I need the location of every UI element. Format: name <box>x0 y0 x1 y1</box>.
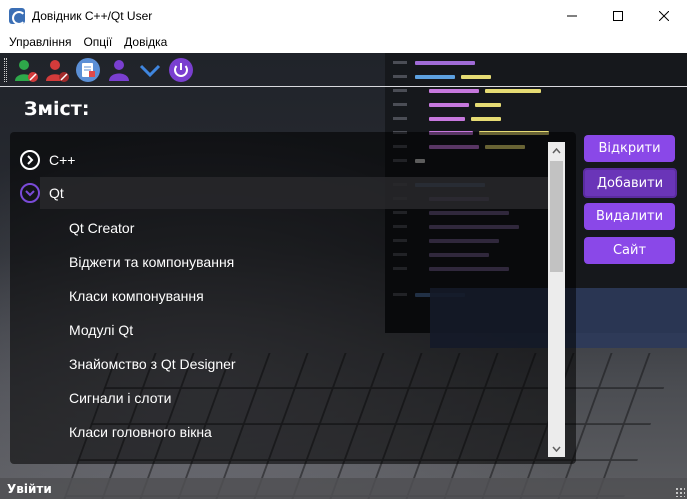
add-button[interactable]: Добавити <box>583 168 677 198</box>
tree-item-label: Віджети та компонування <box>69 254 235 270</box>
toolbar-grip[interactable] <box>4 58 7 82</box>
window-title: Довідник С++/Qt User <box>32 8 153 23</box>
tree-item-label: Модулі Qt <box>69 322 134 338</box>
chevron-down-icon <box>139 64 161 78</box>
menu-bar: Управління Опції Довідка <box>0 31 687 53</box>
tree-item-main-window-classes[interactable]: Класи головного вікна <box>69 416 212 448</box>
maximize-icon <box>613 10 623 21</box>
tree-item-cpp[interactable]: С++ <box>18 144 548 176</box>
scroll-up-button[interactable] <box>548 142 565 159</box>
close-icon <box>659 10 669 21</box>
tree-item-label: Знайомство з Qt Designer <box>69 356 236 372</box>
chevron-down-icon <box>552 446 561 452</box>
user-button[interactable] <box>106 57 132 83</box>
delete-button[interactable]: Видалити <box>584 203 675 230</box>
tree-item-label: Qt <box>49 185 64 201</box>
tree-item-signals-slots[interactable]: Сигнали і слоти <box>69 382 171 414</box>
minimize-button[interactable] <box>549 0 595 31</box>
menu-item-help[interactable]: Довідка <box>118 35 173 49</box>
tree-item-qt-designer[interactable]: Знайомство з Qt Designer <box>69 348 236 380</box>
user-add-button[interactable] <box>13 57 39 83</box>
expand-icon[interactable] <box>20 150 40 170</box>
status-bar: Увійти <box>0 478 687 499</box>
power-icon <box>169 58 193 82</box>
chevron-up-icon <box>552 147 561 153</box>
close-button[interactable] <box>641 0 687 31</box>
app-icon <box>9 7 26 25</box>
tree-item-qt-modules[interactable]: Модулі Qt <box>69 314 133 346</box>
edit-document-icon <box>76 58 100 82</box>
title-bar: Довідник С++/Qt User <box>0 0 687 31</box>
user-add-icon <box>15 60 38 82</box>
contents-heading: Зміст: <box>24 98 90 120</box>
tree-item-layout-classes[interactable]: Класи компонування <box>69 280 204 312</box>
tree-item-label: Qt Creator <box>69 220 135 236</box>
scroll-thumb[interactable] <box>550 161 563 272</box>
tree-item-qt[interactable]: Qt <box>40 177 548 209</box>
tree-item-label: Класи компонування <box>69 288 204 304</box>
minimize-icon <box>567 15 577 16</box>
collapse-icon[interactable] <box>20 183 40 203</box>
site-button[interactable]: Сайт <box>584 237 675 264</box>
user-remove-icon <box>46 60 69 82</box>
toolbar <box>0 53 687 87</box>
power-button[interactable] <box>168 57 194 83</box>
resize-grip[interactable] <box>675 487 685 497</box>
tree-item-label: Сигнали і слоти <box>69 390 172 406</box>
status-login[interactable]: Увійти <box>7 482 52 496</box>
user-remove-button[interactable] <box>44 57 70 83</box>
tree-item-label: С++ <box>49 152 76 168</box>
menu-item-options[interactable]: Опції <box>77 35 118 49</box>
tree-item-label: Класи головного вікна <box>69 424 212 440</box>
open-button[interactable]: Відкрити <box>584 135 675 162</box>
tree-scrollbar[interactable] <box>548 142 565 457</box>
contents-tree[interactable]: С++ Qt Qt Creator Віджети та компонуванн… <box>10 132 576 464</box>
maximize-button[interactable] <box>595 0 641 31</box>
edit-document-button[interactable] <box>75 57 101 83</box>
menu-item-manage[interactable]: Управління <box>3 35 77 49</box>
tree-item-qt-creator[interactable]: Qt Creator <box>69 212 134 244</box>
tree-item-widgets-layouts[interactable]: Віджети та компонування <box>69 246 234 278</box>
scroll-down-button[interactable] <box>548 440 565 457</box>
user-icon <box>109 60 129 81</box>
collapse-button[interactable] <box>137 57 163 83</box>
